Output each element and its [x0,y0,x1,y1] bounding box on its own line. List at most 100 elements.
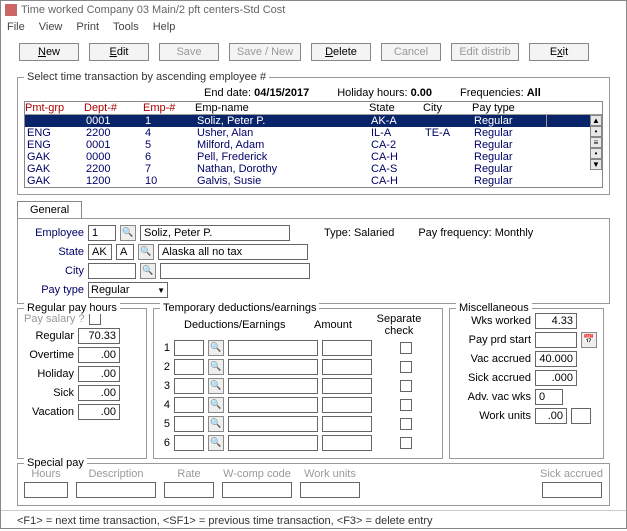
deduct-desc-3[interactable] [228,378,318,394]
state-field-2[interactable] [116,244,134,260]
deduct-amount-4[interactable] [322,397,372,413]
vac-accrued[interactable] [535,351,577,367]
table-row[interactable]: ENG22004Usher, AlanIL-ATE-ARegular [25,127,602,139]
scroll-button[interactable]: ≡ [590,137,602,148]
footer-hint: <F1> = next time transaction, <SF1> = pr… [1,510,626,531]
overtime-hours[interactable] [78,347,120,363]
pay-prd-start[interactable] [535,332,577,348]
deduct-amount-6[interactable] [322,435,372,451]
tab-general[interactable]: General [17,201,82,218]
chevron-down-icon[interactable]: ▼ [157,286,165,295]
deduct-sep-check-2[interactable] [400,361,412,373]
city-field[interactable] [88,263,136,279]
sp-hours[interactable] [24,482,68,498]
deduct-lookup-1[interactable]: 🔍 [208,340,224,356]
menu-print[interactable]: Print [76,21,99,33]
employee-name-field[interactable] [140,225,290,241]
city-lookup-icon[interactable]: 🔍 [140,263,156,279]
deduct-sep-check-6[interactable] [400,437,412,449]
deduct-code-6[interactable] [174,435,204,451]
state-lookup-icon[interactable]: 🔍 [138,244,154,260]
deduct-desc-2[interactable] [228,359,318,375]
cancel-button[interactable]: Cancel [381,43,441,61]
sick-accrued[interactable] [535,370,577,386]
regular-hours[interactable] [78,328,120,344]
deduct-code-5[interactable] [174,416,204,432]
deduct-sep-check-5[interactable] [400,418,412,430]
calendar-icon[interactable]: 📅 [581,332,597,348]
exit-button[interactable]: Exit [529,43,589,61]
deduct-col1: Deductions/Earnings [184,319,304,331]
col-paytype[interactable]: Pay type [472,102,542,114]
deduct-amount-3[interactable] [322,378,372,394]
scroll-button[interactable]: ▲ [590,115,602,126]
deduct-lookup-2[interactable]: 🔍 [208,359,224,375]
sp-sick[interactable] [542,482,602,498]
scroll-button[interactable]: ▼ [590,159,602,170]
col-state[interactable]: State [369,102,419,114]
menu-help[interactable]: Help [153,21,176,33]
col-pmt[interactable]: Pmt-grp [25,102,80,114]
new-button[interactable]: New [19,43,79,61]
menu-tools[interactable]: Tools [113,21,139,33]
deduct-amount-1[interactable] [322,340,372,356]
deduct-lookup-5[interactable]: 🔍 [208,416,224,432]
table-row[interactable]: GAK22007Nathan, DorothyCA-SRegular [25,163,602,175]
work-units-2[interactable] [571,408,591,424]
sp-rate[interactable] [164,482,214,498]
col-dept[interactable]: Dept-# [84,102,139,114]
deduct-desc-4[interactable] [228,397,318,413]
menu-file[interactable]: File [7,21,25,33]
grid-body[interactable]: 00011Soliz, Peter P.AK-ARegularENG22004U… [25,115,602,187]
deduct-code-1[interactable] [174,340,204,356]
menu-view[interactable]: View [39,21,63,33]
deduct-code-3[interactable] [174,378,204,394]
deduct-desc-6[interactable] [228,435,318,451]
deduct-sep-check-1[interactable] [400,342,412,354]
adv-vac-wks[interactable] [535,389,563,405]
sp-wu[interactable] [300,482,360,498]
deduct-lookup-4[interactable]: 🔍 [208,397,224,413]
sp-wcomp[interactable] [222,482,292,498]
table-row[interactable]: ENG00015Milford, AdamCA-2Regular [25,139,602,151]
deduct-desc-5[interactable] [228,416,318,432]
paytype-select[interactable]: Regular ▼ [88,282,168,298]
sick-hours[interactable] [78,385,120,401]
sp-desc[interactable] [76,482,156,498]
edit-button[interactable]: Edit [89,43,149,61]
state-field-1[interactable] [88,244,112,260]
delete-button[interactable]: Delete [311,43,371,61]
table-row[interactable]: GAK00006Pell, FrederickCA-HRegular [25,151,602,163]
deduct-code-4[interactable] [174,397,204,413]
city-desc-field[interactable] [160,263,310,279]
vacation-hours[interactable] [78,404,120,420]
deduct-amount-5[interactable] [322,416,372,432]
deduct-lookup-3[interactable]: 🔍 [208,378,224,394]
employee-field[interactable] [88,225,116,241]
deduct-sep-check-4[interactable] [400,399,412,411]
pay-salary-checkbox[interactable] [89,313,101,325]
deduct-desc-1[interactable] [228,340,318,356]
employee-label: Employee [24,227,84,239]
table-row[interactable]: 00011Soliz, Peter P.AK-ARegular [25,115,602,127]
deduct-code-2[interactable] [174,359,204,375]
col-city[interactable]: City [423,102,468,114]
scroll-button[interactable]: • [590,148,602,159]
save-button[interactable]: Save [159,43,219,61]
edit-distrib-button[interactable]: Edit distrib [451,43,519,61]
window-title: Time worked Company 03 Main/2 pft center… [21,4,285,16]
scroll-button[interactable]: • [590,126,602,137]
table-row[interactable]: GAK120010Galvis, SusieCA-HRegular [25,175,602,187]
deduct-amount-2[interactable] [322,359,372,375]
deduct-lookup-6[interactable]: 🔍 [208,435,224,451]
save-new-button[interactable]: Save / New [229,43,301,61]
state-desc-field[interactable] [158,244,308,260]
employee-lookup-icon[interactable]: 🔍 [120,225,136,241]
col-name[interactable]: Emp-name [195,102,365,114]
work-units[interactable] [535,408,567,424]
deduct-sep-check-3[interactable] [400,380,412,392]
col-emp[interactable]: Emp-# [143,102,191,114]
wks-worked[interactable] [535,313,577,329]
filter-legend: Select time transaction by ascending emp… [24,71,269,83]
holiday-hours-field[interactable] [78,366,120,382]
